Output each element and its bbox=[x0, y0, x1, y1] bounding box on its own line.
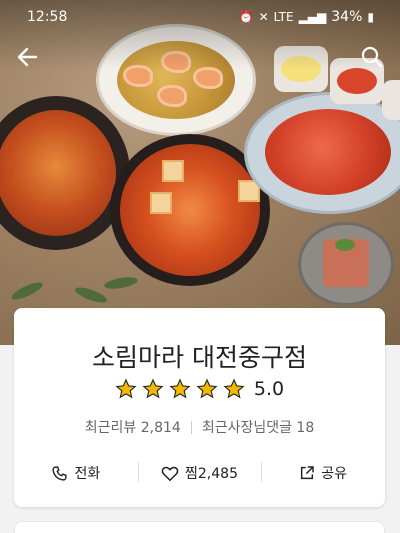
recent-reviews-link[interactable]: 최근리뷰 2,814 bbox=[85, 417, 181, 437]
call-label: 전화 bbox=[74, 466, 101, 482]
favorite-label: 찜2,485 bbox=[185, 466, 238, 482]
status-icons: ⏰ ✕ LTE ▂▄▆ 34% ▮ bbox=[239, 9, 374, 25]
next-section-card bbox=[14, 521, 385, 533]
star-icon bbox=[223, 378, 245, 399]
status-bar: 12:58 ⏰ ✕ LTE ▂▄▆ 34% ▮ bbox=[0, 0, 400, 34]
favorite-button[interactable]: 찜2,485 bbox=[137, 456, 262, 490]
hero-food-image bbox=[0, 0, 400, 345]
restaurant-info-card: 소림마라 대전중구점 5.0 최근리뷰 2,814 최근사장님댓글 18 전화 bbox=[14, 308, 385, 507]
star-icon bbox=[142, 378, 164, 399]
star-icon bbox=[115, 378, 137, 399]
heart-icon bbox=[161, 466, 179, 481]
action-bar: 전화 찜2,485 공유 bbox=[14, 456, 385, 490]
review-meta: 최근리뷰 2,814 최근사장님댓글 18 bbox=[14, 417, 385, 437]
battery-level: 34% bbox=[331, 9, 363, 25]
share-button[interactable]: 공유 bbox=[261, 456, 385, 490]
mala-xiangguo-bowl bbox=[0, 96, 130, 250]
restaurant-name: 소림마라 대전중구점 bbox=[92, 343, 307, 372]
back-button[interactable] bbox=[14, 44, 42, 70]
search-button[interactable] bbox=[358, 44, 386, 70]
meta-divider bbox=[190, 420, 192, 434]
network-label: LTE bbox=[273, 10, 294, 24]
side-dish-bowl bbox=[382, 80, 400, 120]
small-dish-plate bbox=[298, 222, 394, 306]
star-icon bbox=[196, 378, 218, 399]
battery-icon: ▮ bbox=[367, 10, 374, 24]
status-time: 12:58 bbox=[27, 9, 68, 25]
rating-value: 5.0 bbox=[253, 378, 285, 400]
star-icon bbox=[169, 378, 191, 399]
restaurant-detail-screen: 12:58 ⏰ ✕ LTE ▂▄▆ 34% ▮ 소림마라 대전중구점 5.0 최… bbox=[0, 0, 400, 533]
arrow-left-icon bbox=[17, 47, 38, 67]
call-button[interactable]: 전화 bbox=[14, 456, 138, 490]
signal-icon: ▂▄▆ bbox=[298, 10, 327, 24]
owner-replies-link[interactable]: 최근사장님댓글 18 bbox=[202, 417, 314, 437]
share-icon bbox=[301, 466, 315, 480]
mute-icon: ✕ bbox=[258, 10, 269, 24]
alarm-icon: ⏰ bbox=[238, 10, 254, 24]
phone-icon bbox=[52, 465, 68, 481]
rating-row: 5.0 bbox=[14, 378, 385, 400]
search-icon bbox=[361, 46, 383, 68]
share-label: 공유 bbox=[321, 466, 348, 482]
